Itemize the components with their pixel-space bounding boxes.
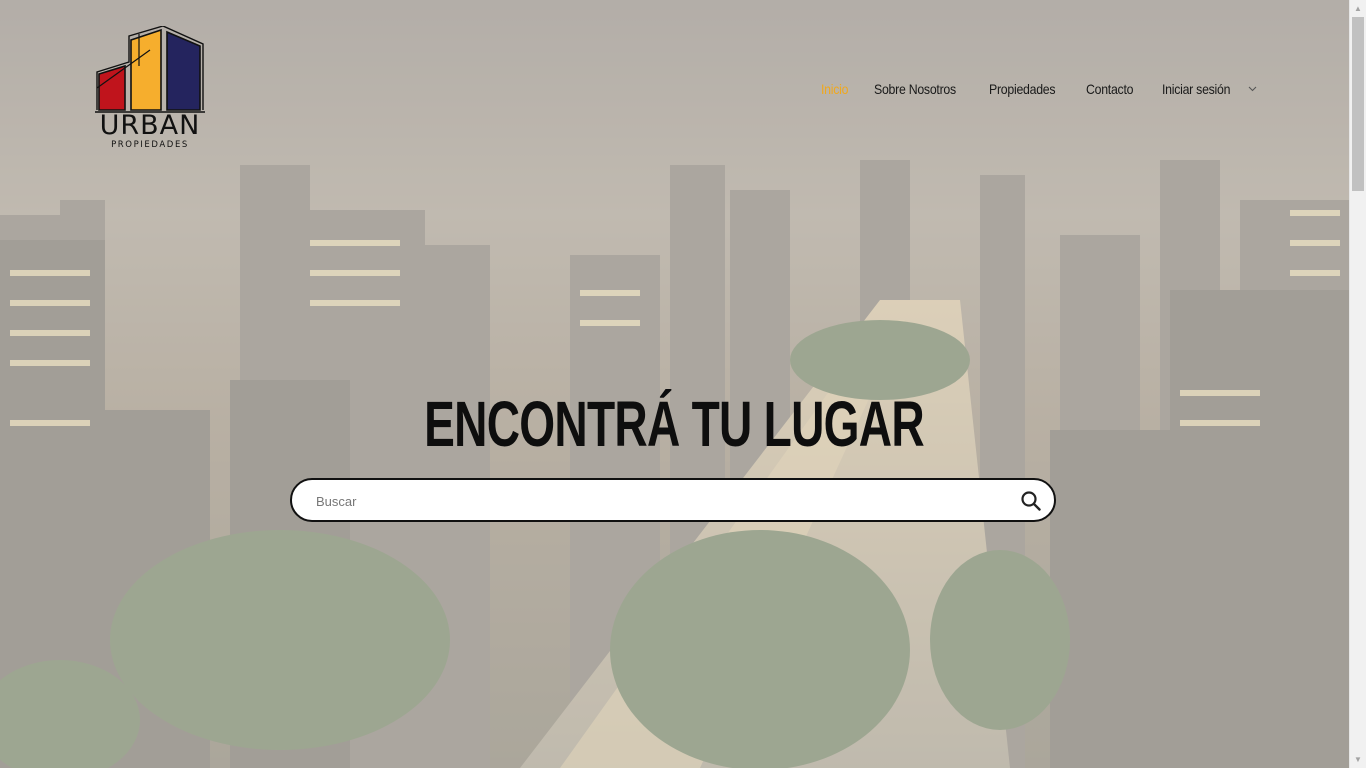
scroll-up-arrow-icon[interactable]: ▲ <box>1350 0 1366 17</box>
nav-item-iniciar-sesion[interactable]: Iniciar sesión <box>1162 81 1230 97</box>
search-input[interactable] <box>314 488 998 514</box>
search-button[interactable] <box>1020 490 1042 512</box>
building-logo-icon <box>95 25 205 113</box>
page: URBAN PROPIEDADES Inicio Sobre Nosotros … <box>0 0 1366 768</box>
nav-item-propiedades[interactable]: Propiedades <box>989 81 1056 97</box>
nav-item-sobre-nosotros[interactable]: Sobre Nosotros <box>874 81 956 97</box>
nav-item-contacto[interactable]: Contacto <box>1086 81 1133 97</box>
brand-logo[interactable]: URBAN PROPIEDADES <box>95 25 205 152</box>
brand-name: URBAN <box>99 110 201 141</box>
nav-item-iniciar-sesion-wrap[interactable]: Iniciar sesión <box>1151 81 1258 97</box>
page-scrollbar[interactable]: ▲ ▼ <box>1349 0 1366 768</box>
chevron-down-icon[interactable] <box>1248 84 1257 95</box>
brand-tagline: PROPIEDADES <box>111 140 189 150</box>
search-bar <box>290 478 1056 522</box>
main-nav: Inicio Sobre Nosotros Propiedades Contac… <box>810 78 1257 100</box>
hero-headline: ENCONTRÁ TU LUGAR <box>0 386 1349 462</box>
scrollbar-thumb[interactable] <box>1352 17 1364 191</box>
hero-headline-text: ENCONTRÁ TU LUGAR <box>424 388 925 460</box>
nav-item-inicio[interactable]: Inicio <box>821 81 848 97</box>
search-icon[interactable] <box>1020 490 1042 512</box>
scroll-down-arrow-icon[interactable]: ▼ <box>1350 751 1366 768</box>
